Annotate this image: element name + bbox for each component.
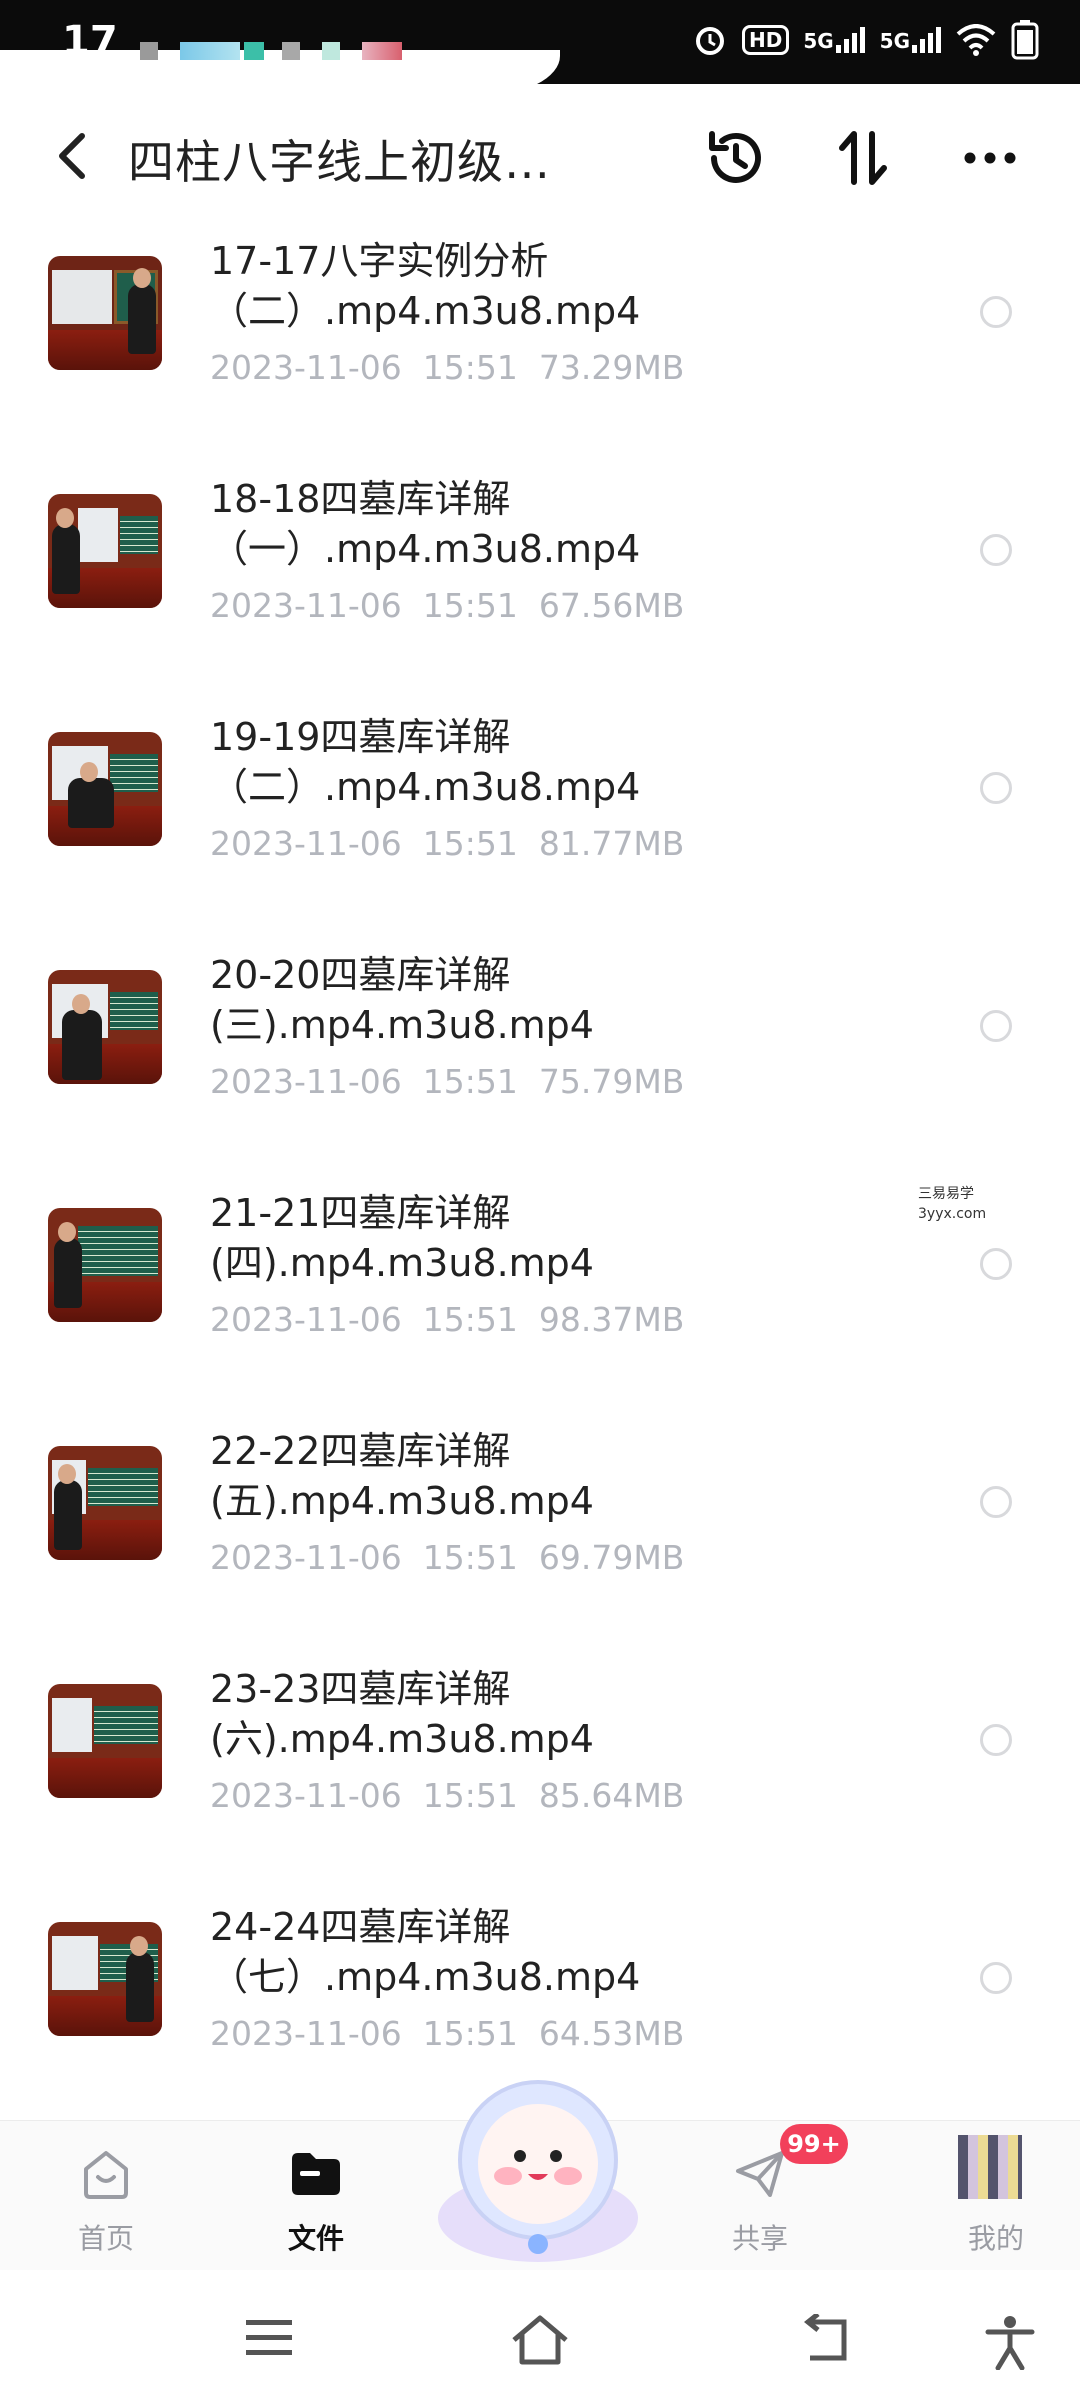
app-header: 四柱八字线上初级… xyxy=(0,96,1080,216)
file-meta: 2023-11-06 15:51 81.77MB xyxy=(210,824,685,863)
list-item[interactable]: 20-20四墓库详解 (三).mp4.m3u8.mp4 2023-11-06 15… xyxy=(0,930,1080,1168)
status-bar: 17 HD 5G 5G xyxy=(0,0,1080,96)
network-label: 5G xyxy=(803,29,834,53)
file-meta: 2023-11-06 15:51 85.64MB xyxy=(210,1776,685,1815)
file-name: 22-22四墓库详解 (五).mp4.m3u8.mp4 xyxy=(210,1429,594,1523)
network-label: 5G xyxy=(879,29,910,53)
select-checkbox[interactable] xyxy=(980,1962,1012,1994)
history-icon[interactable] xyxy=(700,122,772,194)
file-meta: 2023-11-06 15:51 64.53MB xyxy=(210,2014,685,2053)
chevron-left-icon[interactable] xyxy=(48,126,98,186)
nav-me[interactable]: 我的 xyxy=(926,2121,1066,2271)
mascot-button[interactable] xyxy=(428,2068,648,2268)
accessibility-icon[interactable] xyxy=(984,2314,1036,2370)
video-thumbnail xyxy=(48,732,162,846)
alarm-icon xyxy=(695,27,724,55)
file-name: 20-20四墓库详解 (三).mp4.m3u8.mp4 xyxy=(210,953,594,1047)
folder-icon xyxy=(292,2153,340,2195)
file-meta: 2023-11-06 15:51 69.79MB xyxy=(210,1538,685,1577)
file-name: 24-24四墓库详解 （七）.mp4.m3u8.mp4 xyxy=(210,1905,641,1999)
redaction-pixel xyxy=(282,42,300,60)
system-nav-bar xyxy=(0,2270,1080,2408)
file-meta: 2023-11-06 15:51 98.37MB xyxy=(210,1300,685,1339)
video-thumbnail xyxy=(48,1684,162,1798)
status-icons: HD 5G 5G xyxy=(692,20,1040,60)
menu-icon[interactable] xyxy=(244,2314,296,2362)
redaction-pixel xyxy=(180,42,240,60)
file-name: 17-17八字实例分析 （二）.mp4.m3u8.mp4 xyxy=(210,239,641,333)
back-icon[interactable] xyxy=(800,2314,854,2366)
5g-signal-icon: 5G xyxy=(880,27,942,53)
battery-icon xyxy=(1011,20,1039,60)
select-checkbox[interactable] xyxy=(980,1010,1012,1042)
redaction-pixel xyxy=(244,42,264,60)
status-redaction xyxy=(0,50,560,96)
watermark-line: 3yyx.com xyxy=(918,1206,987,1222)
avatar xyxy=(958,2135,1022,2199)
more-icon[interactable] xyxy=(954,122,1026,194)
redaction-pixel xyxy=(140,42,158,60)
video-thumbnail xyxy=(48,494,162,608)
home-icon xyxy=(84,2151,128,2199)
nav-me-label: 我的 xyxy=(967,2222,1024,2255)
file-name: 18-18四墓库详解 （一）.mp4.m3u8.mp4 xyxy=(210,477,641,571)
list-item[interactable]: 18-18四墓库详解 （一）.mp4.m3u8.mp4 2023-11-06 15… xyxy=(0,454,1080,692)
notification-badge: 99+ xyxy=(780,2124,848,2164)
select-checkbox[interactable] xyxy=(980,534,1012,566)
file-meta: 2023-11-06 15:51 73.29MB xyxy=(210,348,685,387)
redaction-pixel xyxy=(362,42,402,60)
select-checkbox[interactable] xyxy=(980,1724,1012,1756)
video-thumbnail xyxy=(48,1446,162,1560)
file-list: 17-17八字实例分析 （二）.mp4.m3u8.mp4 2023-11-06 1… xyxy=(0,216,1080,2120)
redaction-pixel xyxy=(322,42,340,60)
nav-home-label: 首页 xyxy=(77,2222,134,2255)
5g-signal-icon: 5G xyxy=(803,27,865,53)
wifi-icon xyxy=(956,24,996,56)
list-item[interactable]: 23-23四墓库详解 (六).mp4.m3u8.mp4 2023-11-06 15… xyxy=(0,1644,1080,1882)
file-meta: 2023-11-06 15:51 75.79MB xyxy=(210,1062,685,1101)
video-thumbnail xyxy=(48,1922,162,2036)
file-name: 19-19四墓库详解 （二）.mp4.m3u8.mp4 xyxy=(210,715,641,809)
list-item[interactable]: 22-22四墓库详解 (五).mp4.m3u8.mp4 2023-11-06 15… xyxy=(0,1406,1080,1644)
sort-icon[interactable] xyxy=(828,122,900,194)
file-name: 23-23四墓库详解 (六).mp4.m3u8.mp4 xyxy=(210,1667,594,1761)
select-checkbox[interactable] xyxy=(980,1248,1012,1280)
select-checkbox[interactable] xyxy=(980,1486,1012,1518)
hd-icon: HD xyxy=(741,25,790,55)
watermark-line: 三易易学 xyxy=(918,1186,974,1202)
page-title: 四柱八字线上初级… xyxy=(128,135,551,189)
nav-files[interactable]: 文件 xyxy=(246,2121,386,2271)
video-thumbnail xyxy=(48,970,162,1084)
video-thumbnail xyxy=(48,1208,162,1322)
watermark: 三易易学 3yyx.com xyxy=(830,1178,1080,1234)
video-thumbnail xyxy=(48,256,162,370)
list-item[interactable]: 17-17八字实例分析 （二）.mp4.m3u8.mp4 2023-11-06 1… xyxy=(0,216,1080,454)
nav-share-label: 共享 xyxy=(731,2222,788,2255)
home-icon[interactable] xyxy=(510,2314,570,2366)
list-item[interactable]: 19-19四墓库详解 （二）.mp4.m3u8.mp4 2023-11-06 15… xyxy=(0,692,1080,930)
nav-home[interactable]: 首页 xyxy=(36,2121,176,2271)
select-checkbox[interactable] xyxy=(980,296,1012,328)
nav-files-label: 文件 xyxy=(287,2222,344,2255)
file-meta: 2023-11-06 15:51 67.56MB xyxy=(210,586,685,625)
select-checkbox[interactable] xyxy=(980,772,1012,804)
